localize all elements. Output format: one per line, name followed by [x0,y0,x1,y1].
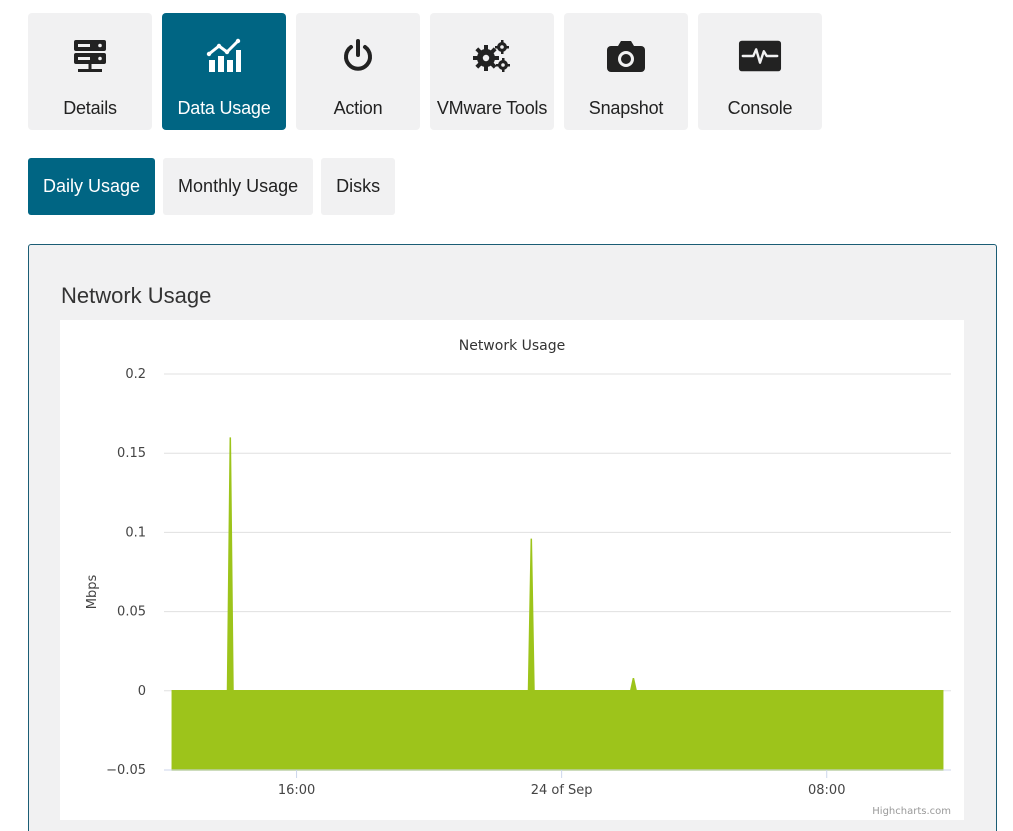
x-tick-label: 16:00 [278,783,315,798]
y-tick-label: 0.15 [117,446,146,461]
gears-icon [470,36,514,76]
network-usage-chart: Network Usage 0.2 0.15 0.1 0.05 0 −0.05 Mbps 16:… [85,338,951,817]
server-icon [68,36,112,76]
y-tick-label: 0.05 [117,605,146,620]
chart-container: Network Usage 0.2 0.15 0.1 0.05 0 −0.05 Mbps 16:… [60,320,964,820]
pulse-monitor-icon [738,36,782,76]
y-tick-label: 0.1 [125,525,146,540]
tab-label: Console [727,98,793,118]
power-icon [336,36,380,76]
tab-action[interactable]: Action [296,13,420,130]
panel-title: Network Usage [61,283,212,308]
top-tab-bar: Details Data Usage Action VMware Tools S… [28,13,822,130]
tab-details[interactable]: Details [28,13,152,130]
y-axis-label: Mbps [85,575,100,610]
sub-tab-bar: Daily Usage Monthly Usage Disks [28,158,396,215]
tab-vmware-tools[interactable]: VMware Tools [430,13,554,130]
bar-chart-icon [202,36,246,76]
x-tick-label: 24 of Sep [531,783,593,798]
tab-console[interactable]: Console [698,13,822,130]
tab-label: Snapshot [588,98,664,118]
tab-label: VMware Tools [436,98,548,118]
tab-label: Data Usage [177,98,271,118]
highcharts-credits: Highcharts.com [872,806,951,817]
network-usage-panel: Network Usage Network Usage 0.2 0.15 0.1 0.0… [28,244,997,831]
x-tick-label: 08:00 [808,783,845,798]
tab-daily-usage[interactable]: Daily Usage [28,158,156,215]
tab-label: Action [333,98,383,118]
tab-snapshot[interactable]: Snapshot [564,13,688,130]
tab-monthly-usage[interactable]: Monthly Usage [163,158,314,215]
tab-disks[interactable]: Disks [321,158,396,215]
series-area [171,437,944,771]
camera-icon [604,36,648,76]
chart-title: Network Usage [459,338,566,354]
y-tick-label: 0.2 [125,367,146,382]
tab-data-usage[interactable]: Data Usage [162,13,286,130]
y-tick-label: −0.05 [106,763,146,778]
y-tick-label: 0 [138,684,146,699]
tab-label: Details [63,98,117,118]
